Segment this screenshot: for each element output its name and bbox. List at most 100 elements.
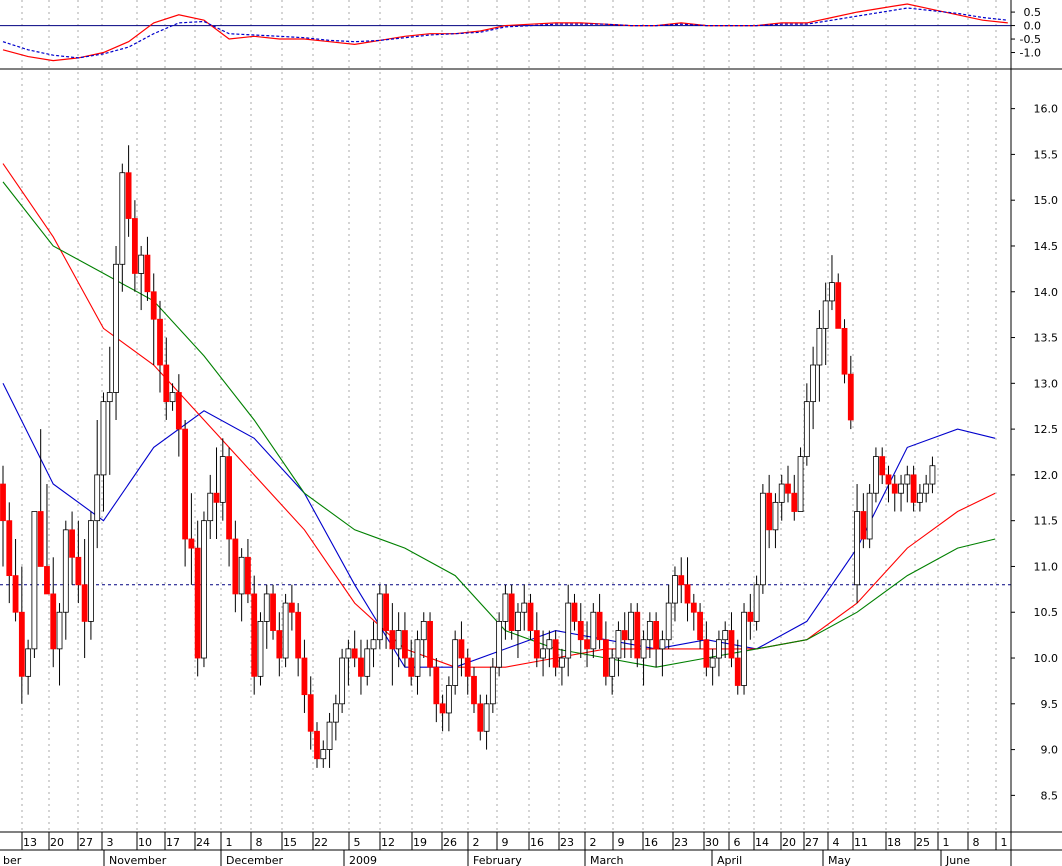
candle-body [898, 483, 904, 494]
candle-body [515, 611, 521, 631]
candle-body [602, 639, 609, 677]
candle [916, 484, 923, 512]
candle-body [433, 666, 440, 705]
month-label: ber [3, 854, 22, 866]
candle-body [577, 620, 584, 641]
candle [734, 639, 741, 695]
candle-body [37, 511, 44, 567]
candle [31, 511, 38, 659]
candle [690, 593, 697, 631]
candle-body [364, 648, 371, 677]
week-tick-label: 26 [443, 836, 457, 849]
candle-body [263, 593, 270, 622]
candle-body [50, 593, 57, 650]
candle [628, 603, 634, 659]
candle [722, 621, 729, 659]
candle-body [175, 392, 182, 430]
candle [175, 374, 182, 457]
candle [427, 612, 433, 677]
candle [621, 612, 628, 659]
candle [728, 612, 735, 668]
candle-body [803, 401, 810, 457]
week-tick-label: 8 [973, 836, 980, 849]
candle-body [25, 648, 32, 677]
month-label: March [590, 854, 624, 866]
candle-body [238, 556, 245, 595]
candle-body [395, 630, 402, 650]
candle [251, 575, 258, 695]
candle-body [414, 639, 421, 677]
candle-body [0, 483, 6, 522]
candle-body [703, 639, 710, 668]
week-tick-label: 10 [138, 836, 152, 849]
candle-body [420, 620, 427, 641]
candle-body [94, 474, 101, 522]
week-tick-label: 1 [226, 836, 233, 849]
candle [559, 648, 565, 686]
candle-body [734, 657, 741, 686]
candle-body [766, 492, 773, 531]
price-tick-label: 9.0 [1041, 744, 1059, 757]
candle [439, 694, 446, 732]
oscillator-series-1 [2, 7, 1008, 59]
candle [326, 712, 333, 768]
candle [866, 484, 873, 549]
candle [445, 676, 452, 732]
candle-body [471, 675, 477, 705]
candle [12, 538, 19, 622]
month-label: November [109, 854, 167, 866]
candle-body [822, 300, 829, 329]
moving-average-1 [2, 163, 996, 668]
month-label: December [226, 854, 284, 866]
week-tick-label: 9 [502, 836, 509, 849]
candle-body [282, 602, 289, 659]
week-tick-label: 19 [413, 836, 427, 849]
candle [25, 639, 32, 695]
axes: 0.50.0-0.5-1.016.015.515.014.514.013.513… [0, 0, 1062, 866]
candle-body [772, 501, 779, 531]
candle [131, 200, 138, 292]
candle [879, 447, 886, 485]
candle [609, 648, 616, 695]
candle [370, 621, 377, 668]
week-tick-label: 30 [705, 836, 719, 849]
candle [207, 474, 214, 539]
candle [653, 612, 660, 668]
candle [515, 603, 521, 659]
candle-body [910, 474, 917, 503]
candle-body [358, 657, 364, 677]
candle [288, 584, 295, 631]
candle-body [527, 602, 534, 631]
candle [577, 603, 584, 659]
candle-body [646, 620, 653, 641]
osc-tick-label: 0.0 [1024, 20, 1042, 33]
candle [841, 319, 848, 384]
candle-body [540, 648, 546, 659]
candle [496, 612, 503, 677]
candle-body [672, 575, 678, 604]
week-tick-label: 25 [916, 836, 930, 849]
candle [885, 465, 892, 503]
candle-body [345, 648, 352, 659]
candle-body [251, 593, 258, 677]
candle-body [722, 630, 729, 641]
price-panel [0, 145, 1011, 768]
candle [477, 694, 484, 741]
month-label: February [473, 854, 522, 866]
oscillator-panel [0, 3, 1011, 62]
candle-body [835, 282, 842, 329]
candle [113, 245, 119, 420]
candle-body [201, 520, 207, 659]
candle-body [314, 730, 320, 760]
price-tick-label: 8.5 [1041, 789, 1059, 802]
candle-body [621, 630, 628, 641]
week-tick-label: 5 [354, 836, 361, 849]
candle-body [565, 602, 572, 659]
candle-body [12, 575, 19, 613]
candle [194, 520, 201, 677]
candle [37, 429, 44, 567]
candle [88, 511, 94, 640]
candle-body [879, 456, 886, 476]
candle [521, 584, 528, 631]
candle-body [119, 172, 126, 265]
